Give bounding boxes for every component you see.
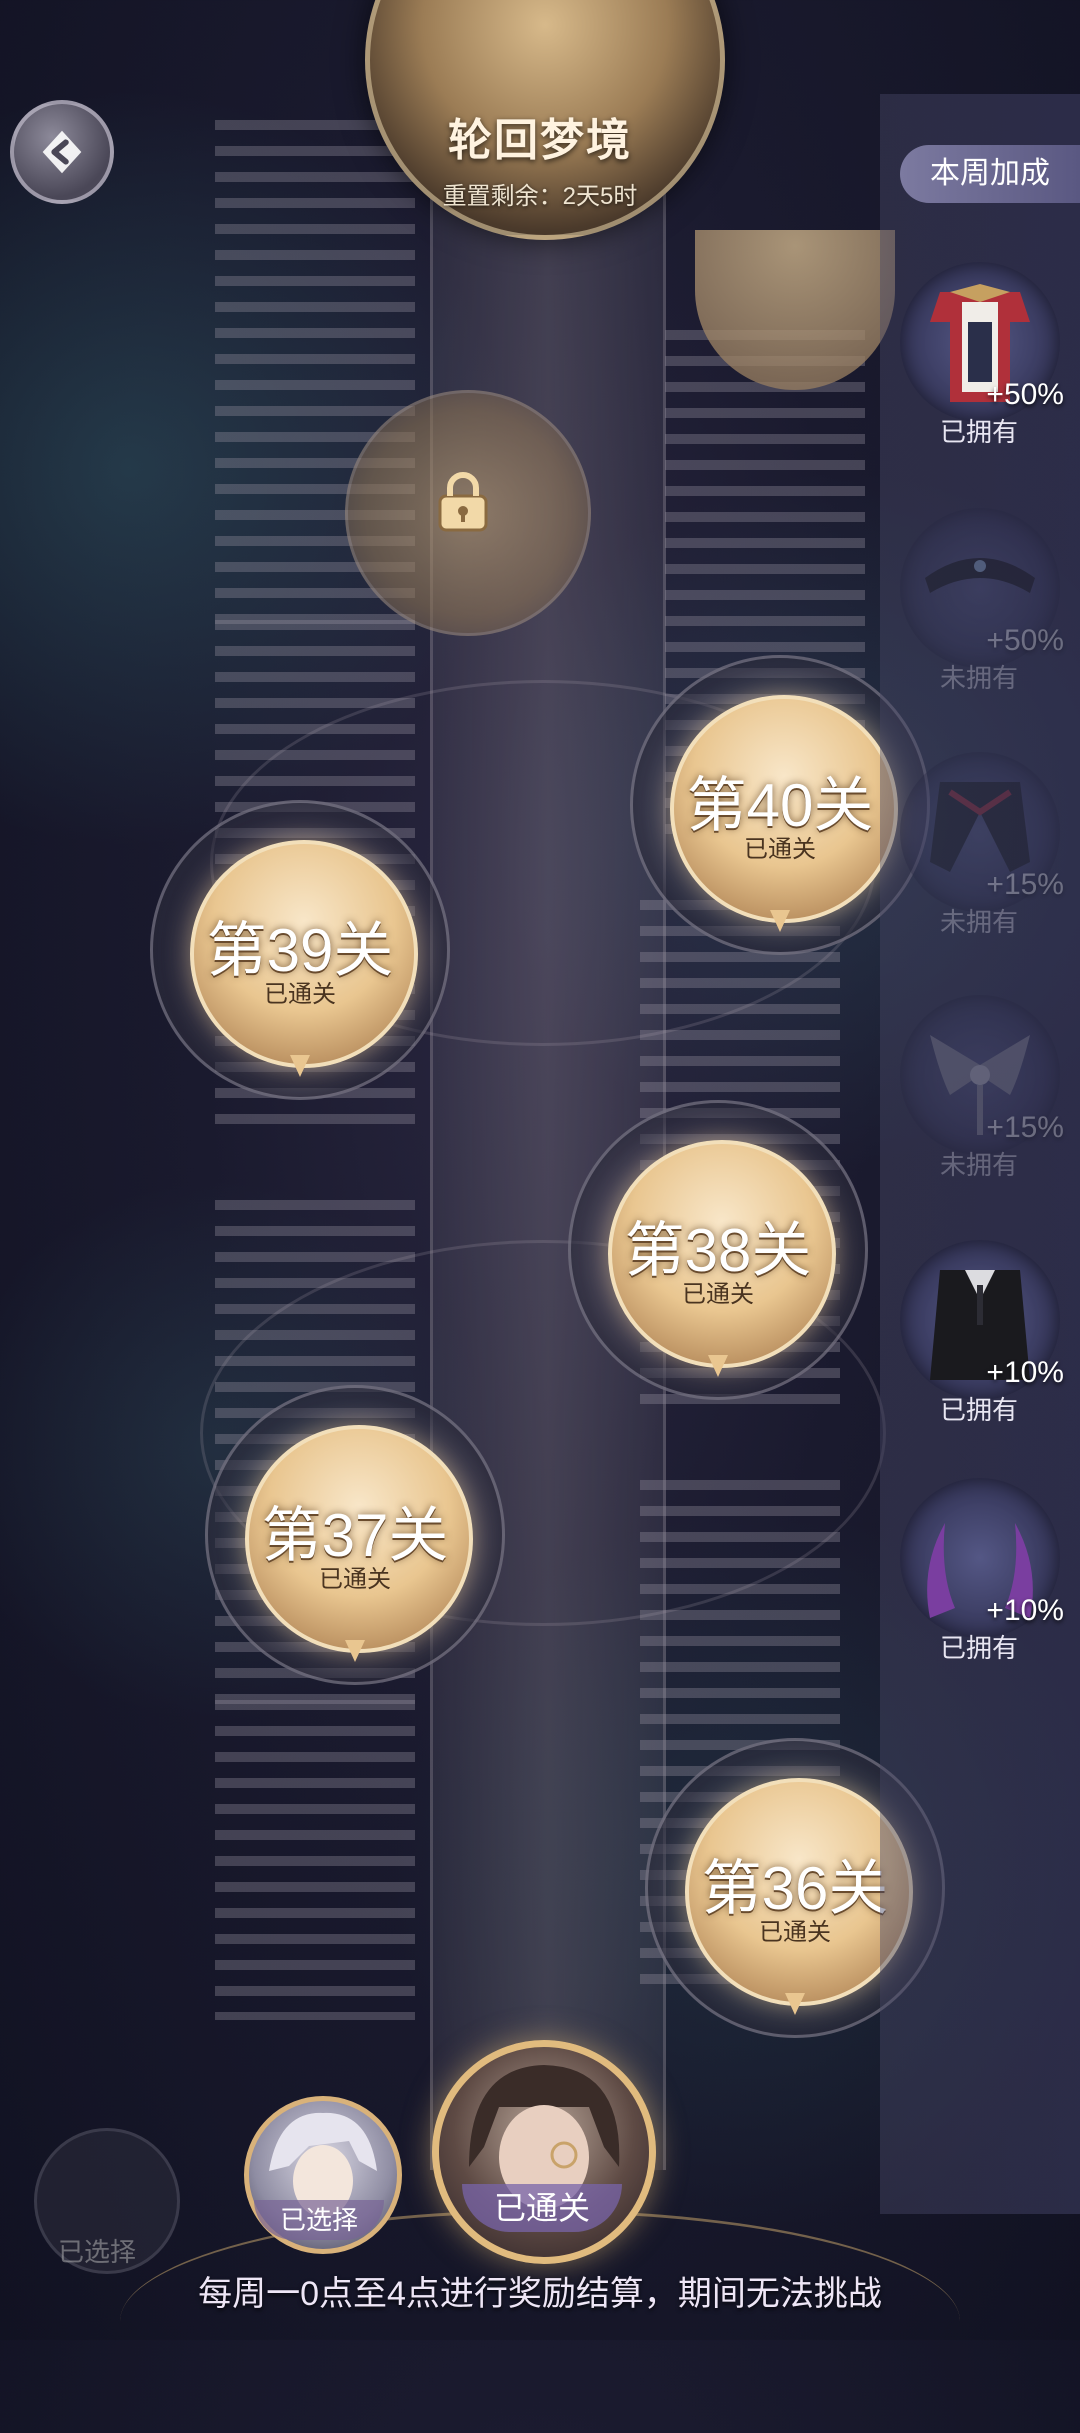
level-pointer — [770, 910, 790, 932]
level-node-37[interactable]: 第37关 已通关 — [205, 1385, 505, 1685]
level-node-38[interactable]: 第38关 已通关 — [568, 1100, 868, 1400]
bonus-percent: +10% — [986, 1356, 1064, 1389]
bonus-status: 未拥有 — [940, 1150, 1019, 1180]
bonus-status: 已拥有 — [940, 1633, 1019, 1663]
bonus-percent: +50% — [986, 624, 1064, 657]
settlement-notice: 每周一0点至4点进行奖励结算，期间无法挑战 — [198, 2275, 882, 2313]
bonus-status: 已拥有 — [940, 417, 1019, 447]
weekly-bonus-title: 本周加成 — [900, 145, 1080, 203]
level-pointer — [345, 1640, 365, 1662]
bonus-item[interactable]: +50% 未拥有 — [900, 508, 1070, 718]
back-button[interactable] — [10, 100, 114, 204]
level-status: 已通关 — [264, 981, 336, 1008]
bonus-percent: +15% — [986, 868, 1064, 901]
bonus-status: 已拥有 — [940, 1395, 1019, 1425]
level-pointer — [708, 1355, 728, 1377]
bonus-item[interactable]: +15% 未拥有 — [900, 995, 1070, 1205]
bonus-percent: +15% — [986, 1111, 1064, 1144]
bonus-status: 未拥有 — [940, 907, 1019, 937]
bonus-status: 未拥有 — [940, 663, 1019, 693]
level-status: 已通关 — [682, 1281, 754, 1308]
character-status-selected: 已选择 — [254, 2200, 384, 2240]
bonus-item[interactable]: +10% 已拥有 — [900, 1478, 1070, 1688]
bonus-percent: +10% — [986, 1594, 1064, 1627]
back-arrow-icon — [42, 130, 82, 174]
spiral-stairs — [215, 1700, 415, 2020]
bonus-percent: +50% — [986, 378, 1064, 411]
lock-icon — [438, 472, 488, 532]
level-pointer — [785, 1993, 805, 2015]
level-node-39[interactable]: 第39关 已通关 — [150, 800, 450, 1100]
character-status-current: 已通关 — [462, 2184, 622, 2232]
level-pointer — [290, 1055, 310, 1077]
level-status: 已通关 — [319, 1566, 391, 1593]
bonus-item[interactable]: +10% 已拥有 — [900, 1240, 1070, 1450]
character-label-faded: 已选择 — [58, 2237, 137, 2267]
bonus-item[interactable]: +50% 已拥有 — [900, 262, 1070, 472]
bonus-item[interactable]: +15% 未拥有 — [900, 752, 1070, 962]
